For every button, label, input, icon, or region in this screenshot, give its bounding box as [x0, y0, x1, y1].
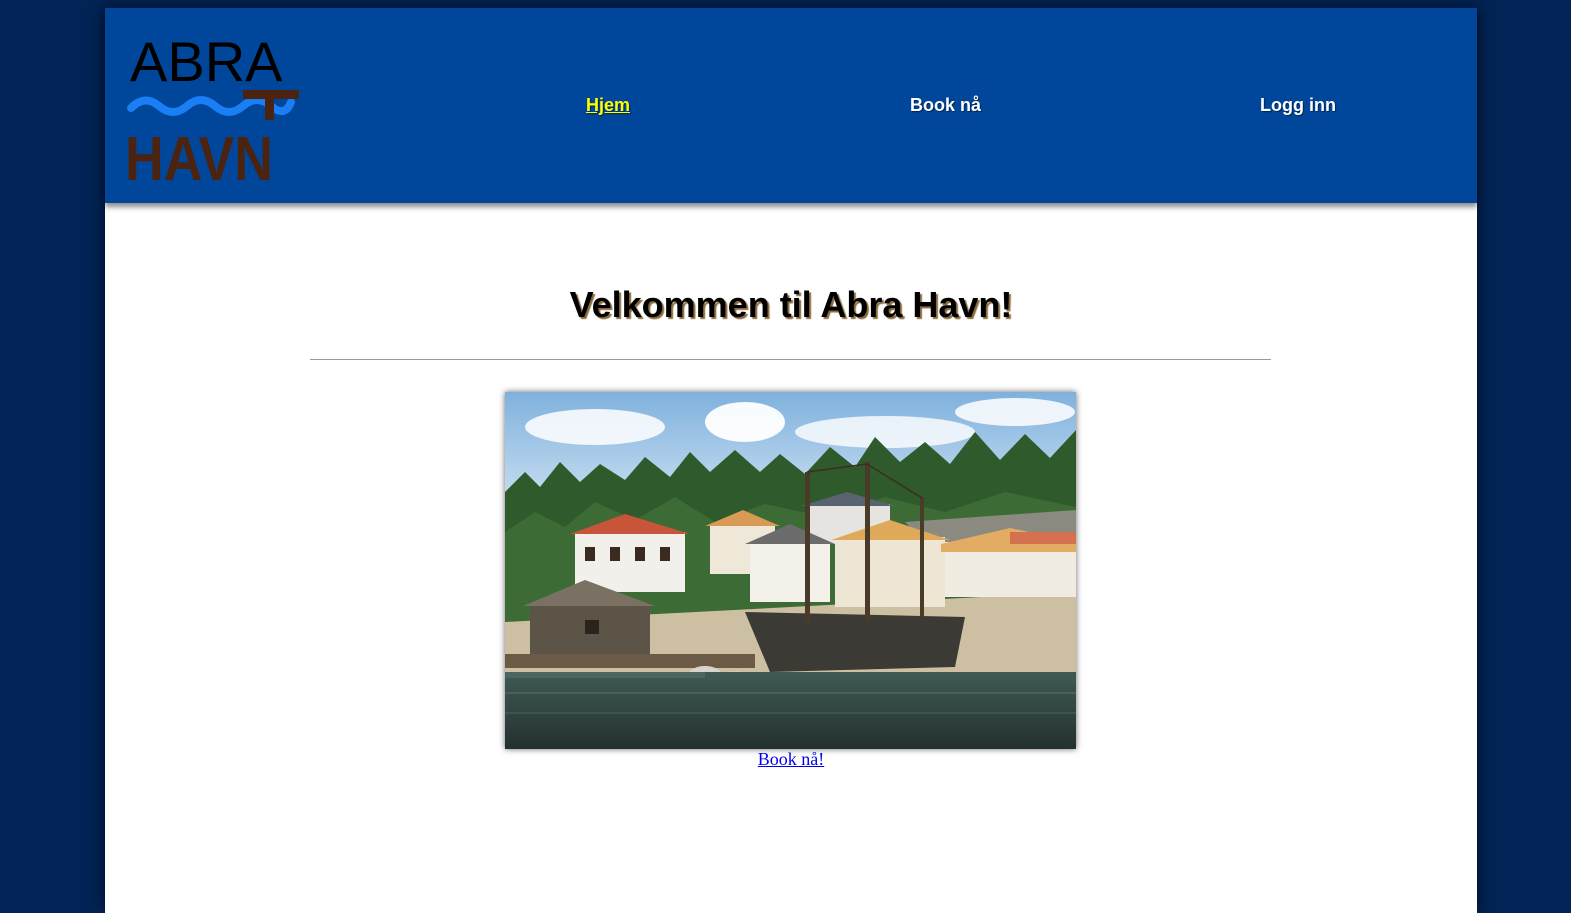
page-title: Velkommen til Abra Havn!	[569, 284, 1013, 325]
logo-text-top: ABRA	[130, 30, 283, 93]
divider	[310, 359, 1271, 360]
nav-home[interactable]: Hjem	[586, 95, 630, 116]
logo-text-bottom: HAVN	[125, 125, 273, 181]
page-container: ABRA HAVN Hjem Book nå Logg inn Velkomme…	[105, 8, 1477, 913]
nav-book[interactable]: Book nå	[910, 95, 981, 116]
abra-havn-logo[interactable]: ABRA HAVN	[123, 26, 303, 194]
book-link-container: Book nå!	[105, 749, 1477, 770]
site-header: ABRA HAVN Hjem Book nå Logg inn	[105, 8, 1477, 203]
harbor-photo	[505, 392, 1076, 749]
nav-login[interactable]: Logg inn	[1260, 95, 1336, 116]
book-now-link[interactable]: Book nå!	[758, 749, 825, 769]
